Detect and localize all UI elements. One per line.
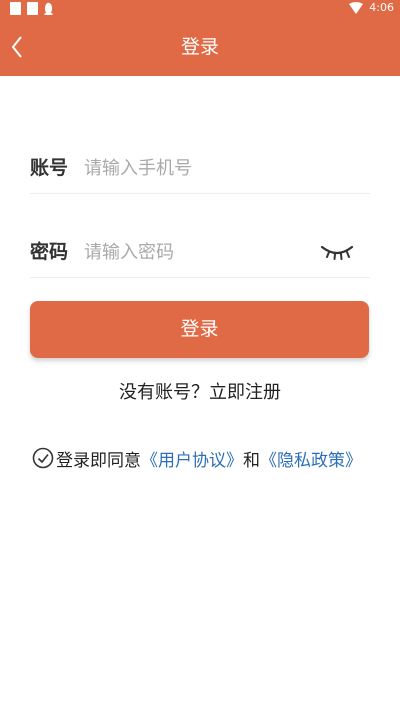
notification-icon	[10, 2, 21, 15]
eye-closed-icon[interactable]	[320, 244, 354, 260]
status-bar: 4:06	[0, 0, 400, 18]
notification-icons	[10, 2, 53, 15]
password-label: 密码	[30, 241, 69, 263]
password-input[interactable]	[84, 237, 314, 267]
register-link[interactable]: 没有账号？立即注册	[0, 378, 400, 404]
account-label: 账号	[30, 157, 69, 179]
page-title: 登录	[180, 36, 219, 58]
notification-icon	[27, 2, 38, 15]
status-time: 4:06	[369, 1, 394, 14]
header-bar: 登录	[0, 18, 400, 76]
account-row: 账号	[30, 143, 370, 194]
login-button[interactable]: 登录	[30, 301, 369, 358]
agreement-prefix: 登录即同意	[56, 450, 141, 471]
user-agreement-link[interactable]: 《用户协议》	[141, 446, 243, 471]
check-circle-icon[interactable]	[32, 447, 54, 469]
privacy-policy-link[interactable]: 《隐私政策》	[260, 446, 362, 471]
password-row: 密码	[30, 227, 370, 278]
agreement-row: 登录即同意 《用户协议》 和 《隐私政策》	[32, 444, 362, 472]
wifi-icon	[349, 1, 364, 14]
phone-input[interactable]	[84, 153, 314, 183]
agreement-connector: 和	[243, 450, 260, 471]
qq-icon	[44, 2, 53, 15]
